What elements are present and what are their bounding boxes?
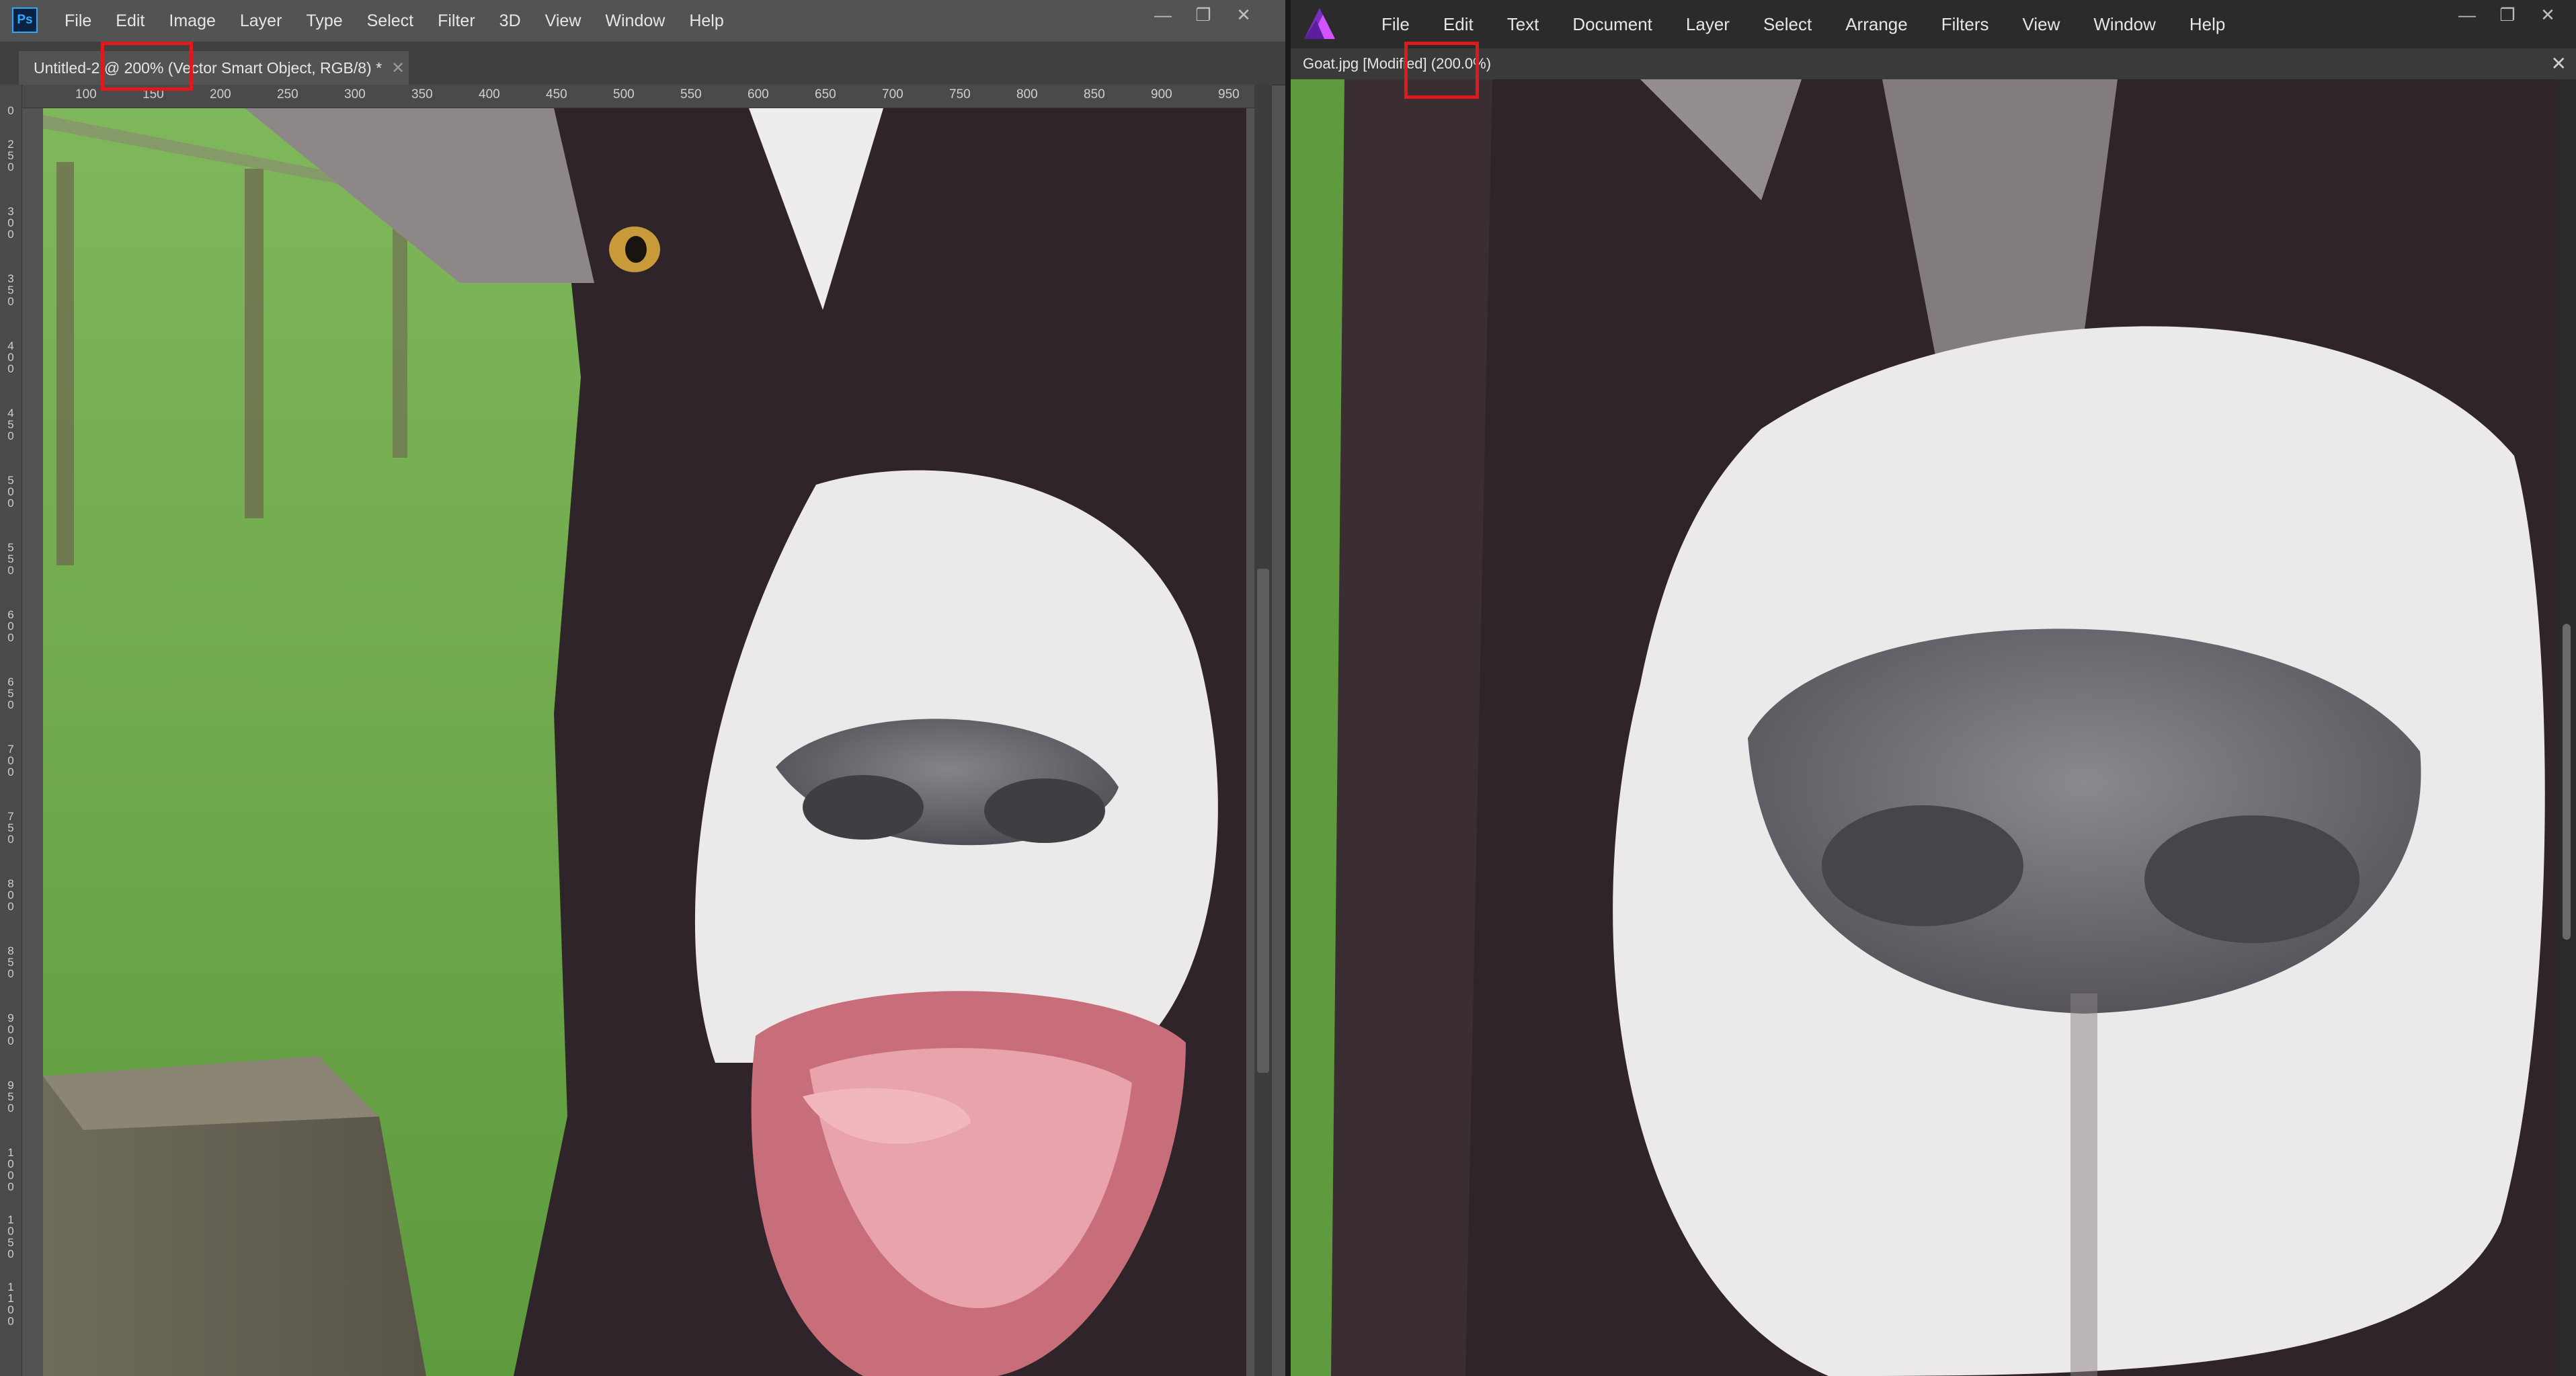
- ruler-tick: 350: [411, 87, 433, 102]
- ruler-tick: 650: [815, 87, 836, 102]
- tab-close-icon[interactable]: ✕: [391, 58, 405, 78]
- ruler-tick: 800: [1016, 87, 1038, 102]
- af-scrollbar[interactable]: [2557, 79, 2576, 1376]
- ruler-tick: 7 5 0: [7, 810, 14, 846]
- af-menu-help[interactable]: Help: [2173, 14, 2242, 35]
- af-window-controls: — ❐ ✕: [2447, 0, 2568, 30]
- ruler-tick: 450: [546, 87, 567, 102]
- ps-window-controls: — ❐ ✕: [1143, 0, 1264, 30]
- ruler-tick: 5 0 0: [7, 474, 14, 510]
- ruler-tick: 4 5 0: [7, 407, 14, 442]
- ps-scrollbar-thumb[interactable]: [1257, 569, 1269, 1073]
- affinity-photo-window: File Edit Text Document Layer Select Arr…: [1291, 0, 2576, 1376]
- ruler-tick: 1 0 5 0: [7, 1213, 14, 1260]
- close-icon[interactable]: ✕: [2528, 0, 2568, 30]
- ps-menu-type[interactable]: Type: [294, 11, 354, 31]
- ruler-tick: 8 5 0: [7, 944, 14, 980]
- affinity-logo-icon: [1304, 8, 1335, 39]
- ruler-tick: 9 0 0: [7, 1012, 14, 1047]
- ps-menu-view[interactable]: View: [533, 11, 594, 31]
- maximize-icon[interactable]: ❐: [2487, 0, 2528, 30]
- ruler-tick: 4 0 0: [7, 339, 14, 375]
- af-menu-window[interactable]: Window: [2077, 14, 2172, 35]
- af-menu-layer[interactable]: Layer: [1669, 14, 1746, 35]
- ps-menu-layer[interactable]: Layer: [228, 11, 294, 31]
- goat-photo-zoomed: [1291, 79, 2557, 1376]
- close-icon[interactable]: ✕: [1223, 0, 1264, 30]
- zoom-highlight-box: [1404, 42, 1479, 99]
- af-menu-document[interactable]: Document: [1556, 14, 1669, 35]
- ruler-tick: 400: [479, 87, 500, 102]
- photoshop-logo-icon: Ps: [12, 7, 38, 33]
- ruler-tick: 2 5 0: [7, 138, 14, 173]
- ruler-tick: 7 0 0: [7, 743, 14, 778]
- ruler-tick: 750: [949, 87, 971, 102]
- af-scrollbar-thumb[interactable]: [2563, 624, 2571, 940]
- ps-menu-3d[interactable]: 3D: [487, 11, 533, 31]
- ps-menu-bar: Ps File Edit Image Layer Type Select Fil…: [0, 0, 1285, 42]
- ruler-tick: 950: [1218, 87, 1240, 102]
- ps-document-tab[interactable]: Untitled-2 @ 200% (Vector Smart Object, …: [19, 51, 409, 85]
- zoom-highlight-box: [101, 42, 193, 91]
- restore-icon[interactable]: ❐: [1183, 0, 1223, 30]
- af-menu-filters[interactable]: Filters: [1925, 14, 2006, 35]
- ps-menu-help[interactable]: Help: [677, 11, 735, 31]
- ruler-tick: 6 0 0: [7, 608, 14, 644]
- ps-menu-edit[interactable]: Edit: [104, 11, 157, 31]
- window-divider: [1285, 0, 1291, 1376]
- ruler-tick: 700: [882, 87, 903, 102]
- ruler-tick: 0: [7, 104, 14, 117]
- ruler-tick: 9 5 0: [7, 1079, 14, 1115]
- af-menu-text[interactable]: Text: [1490, 14, 1556, 35]
- ruler-tick: 500: [613, 87, 635, 102]
- ps-canvas[interactable]: [43, 108, 1246, 1376]
- af-menu: File Edit Text Document Layer Select Arr…: [1365, 0, 2242, 48]
- af-menu-edit[interactable]: Edit: [1426, 14, 1490, 35]
- ruler-tick: 100: [75, 87, 97, 102]
- af-document-tabbar: Goat.jpg [Modified] (200.0%) ✕: [1291, 48, 2576, 79]
- ruler-tick: 600: [748, 87, 769, 102]
- minimize-icon[interactable]: —: [2447, 0, 2487, 30]
- photoshop-window: Ps File Edit Image Layer Type Select Fil…: [0, 0, 1285, 1376]
- ruler-vertical: 0 2 5 0 3 0 0 3 5 0 4 0 0 4 5 0 5 0 0 5 …: [0, 85, 22, 1376]
- ps-menu-window[interactable]: Window: [593, 11, 677, 31]
- ps-menu-select[interactable]: Select: [355, 11, 426, 31]
- ruler-tick: 250: [277, 87, 298, 102]
- ruler-tick: 900: [1151, 87, 1172, 102]
- ruler-tick: 550: [680, 87, 702, 102]
- ruler-tick: 200: [210, 87, 231, 102]
- goat-photo: [43, 108, 1246, 1376]
- ps-menu-image[interactable]: Image: [157, 11, 227, 31]
- minimize-icon[interactable]: —: [1143, 0, 1183, 30]
- ruler-tick: 850: [1084, 87, 1105, 102]
- af-canvas[interactable]: [1291, 79, 2557, 1376]
- af-menu-view[interactable]: View: [2006, 14, 2077, 35]
- ps-menu-filter[interactable]: Filter: [426, 11, 487, 31]
- af-menu-file[interactable]: File: [1365, 14, 1426, 35]
- ruler-tick: 3 5 0: [7, 272, 14, 308]
- af-menu-arrange[interactable]: Arrange: [1828, 14, 1925, 35]
- ps-menu-file[interactable]: File: [52, 11, 104, 31]
- ps-document-title: Untitled-2 @ 200% (Vector Smart Object, …: [34, 58, 383, 77]
- tab-close-icon[interactable]: ✕: [2551, 52, 2567, 75]
- af-menu-select[interactable]: Select: [1746, 14, 1828, 35]
- af-menu-bar: File Edit Text Document Layer Select Arr…: [1291, 0, 2576, 48]
- ruler-tick: 8 0 0: [7, 877, 14, 913]
- ruler-tick: 3 0 0: [7, 205, 14, 241]
- ruler-tick: 5 5 0: [7, 541, 14, 577]
- ruler-tick: 1 1 0 0: [7, 1281, 14, 1328]
- ruler-tick: 1 0 0 0: [7, 1146, 14, 1193]
- ruler-tick: 6 5 0: [7, 676, 14, 711]
- ps-scrollbar[interactable]: [1254, 85, 1272, 1376]
- ruler-tick: 300: [344, 87, 366, 102]
- ps-menu: File Edit Image Layer Type Select Filter…: [52, 0, 736, 42]
- ruler-horizontal: 100 150 200 250 300 350 400 450 500 550 …: [22, 85, 1254, 108]
